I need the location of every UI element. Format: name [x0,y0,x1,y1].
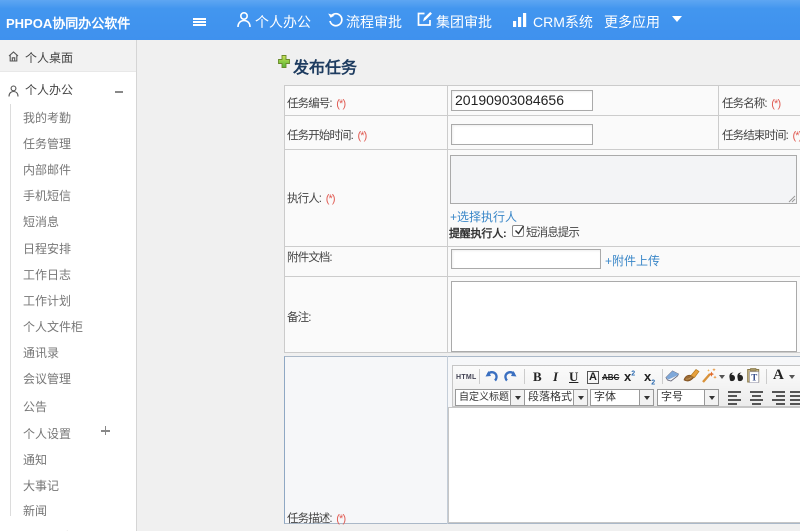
svg-text:T: T [751,373,757,383]
